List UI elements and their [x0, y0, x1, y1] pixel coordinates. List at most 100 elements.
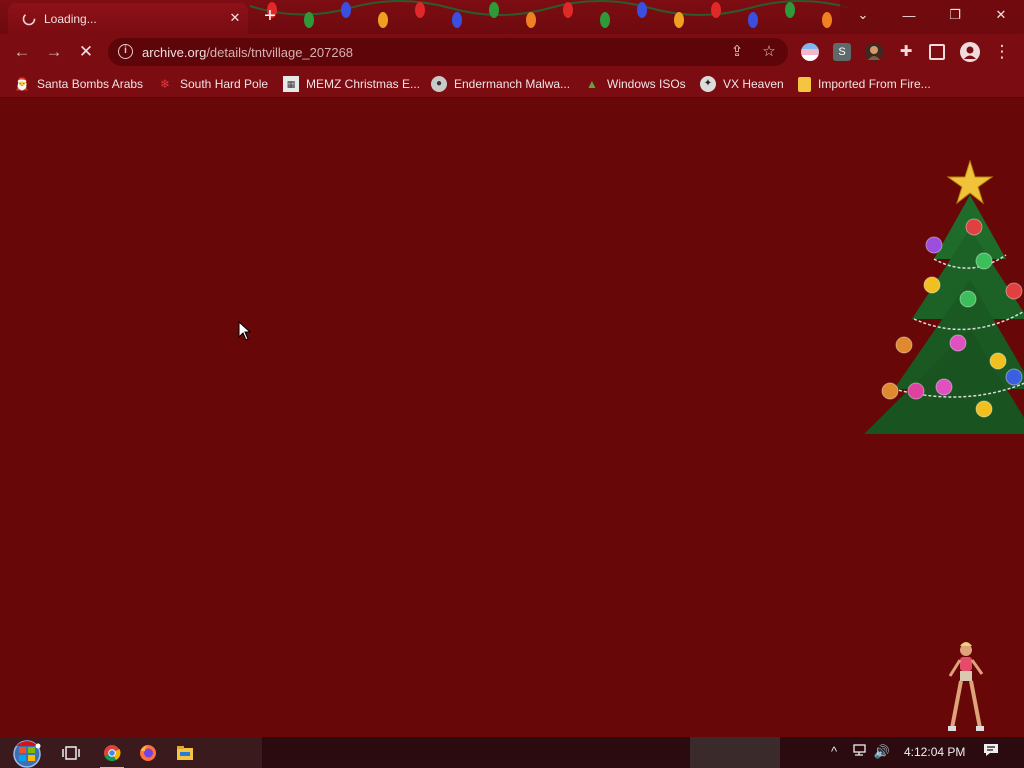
ornament-icon: [895, 336, 913, 354]
url-text: archive.org/details/tntvillage_207268: [142, 45, 353, 60]
snowflake-icon: ❄: [159, 77, 171, 91]
task-view-button[interactable]: [58, 740, 84, 766]
file-explorer-icon: [177, 746, 193, 760]
ornament-icon: [965, 218, 983, 236]
loading-spinner-icon: [22, 12, 36, 26]
avatar-extension-icon[interactable]: [865, 43, 883, 61]
light-bulb-icon: [674, 12, 684, 28]
bookmarks-bar: 🎅 Santa Bombs Arabs ❄ South Hard Pole ▦ …: [0, 70, 1024, 98]
extensions-puzzle-icon[interactable]: ✚: [897, 43, 915, 61]
bookmark-imported-from-firefox[interactable]: Imported From Fire...: [798, 75, 931, 93]
bookmark-memz-christmas[interactable]: ▦ MEMZ Christmas E...: [283, 75, 420, 93]
start-button-icon[interactable]: [10, 738, 44, 768]
light-bulb-icon: [415, 2, 425, 18]
tree-icon: ▲: [586, 77, 598, 91]
profile-icon[interactable]: [960, 42, 980, 62]
browser-toolbar: ← → ✕ i archive.org/details/tntvillage_2…: [0, 34, 1024, 70]
stop-loading-button[interactable]: ✕: [74, 40, 98, 64]
mouse-cursor-icon: [238, 321, 252, 341]
site-info-icon[interactable]: i: [118, 44, 133, 59]
chrome-taskbar-button[interactable]: [99, 740, 125, 768]
forward-button[interactable]: →: [42, 40, 66, 64]
chrome-icon: [104, 745, 121, 762]
light-bulb-icon: [785, 2, 795, 18]
tab-strip: Loading... ✕ + ⌄ — ❐ ✕: [0, 0, 1024, 34]
memz-icon: ▦: [283, 76, 299, 92]
ornament-icon: [925, 236, 943, 254]
bookmark-label: VX Heaven: [723, 77, 784, 91]
kebab-menu-icon: ⋮: [993, 42, 1011, 61]
address-bar[interactable]: i archive.org/details/tntvillage_207268 …: [108, 38, 788, 66]
folder-icon: [798, 76, 811, 92]
s-extension-icon[interactable]: S: [833, 43, 851, 61]
firefox-taskbar-button[interactable]: [135, 740, 161, 766]
bookmark-star-icon[interactable]: ☆: [760, 43, 778, 61]
light-bulb-icon: [563, 2, 573, 18]
bookmark-vx-heaven[interactable]: ✦ VX Heaven: [700, 75, 784, 93]
restore-icon: ❐: [949, 7, 961, 22]
restore-button[interactable]: ❐: [932, 0, 978, 30]
close-icon: ✕: [995, 7, 1007, 22]
bookmark-label: South Hard Pole: [180, 77, 269, 91]
ornament-icon: [923, 276, 941, 294]
light-bulb-icon: [489, 2, 499, 18]
url-host: archive.org: [142, 45, 207, 60]
ornament-icon: [1005, 368, 1023, 386]
file-explorer-taskbar-button[interactable]: [172, 740, 198, 766]
light-bulb-icon: [526, 12, 536, 28]
christmas-tree-decoration: [864, 159, 1024, 434]
bookmark-windows-isos[interactable]: ▲ Windows ISOs: [584, 75, 686, 93]
light-bulb-icon: [822, 12, 832, 28]
light-bulb-icon: [452, 12, 462, 28]
firefox-icon: [140, 745, 156, 761]
ornament-icon: [975, 400, 993, 418]
ornament-icon: [881, 382, 899, 400]
forward-arrow-icon: →: [45, 42, 63, 61]
active-tab[interactable]: Loading... ✕: [8, 3, 248, 34]
bookmark-south-hard-pole[interactable]: ❄ South Hard Pole: [157, 75, 268, 93]
volume-icon[interactable]: 🔊: [873, 743, 891, 761]
url-path: /details/tntvillage_207268: [206, 45, 354, 60]
network-icon[interactable]: [850, 743, 868, 761]
ornament-icon: [949, 334, 967, 352]
ornament-icon: [907, 382, 925, 400]
tab-close-icon[interactable]: ✕: [226, 9, 244, 27]
task-view-icon: [62, 746, 80, 760]
dancing-figure-decoration: [948, 642, 984, 731]
bookmark-label: Windows ISOs: [607, 77, 686, 91]
tray-chevron-icon[interactable]: ^: [826, 743, 842, 761]
share-icon[interactable]: ⇪: [728, 43, 746, 61]
bookmark-label: Santa Bombs Arabs: [37, 77, 144, 91]
chevron-down-icon: ⌄: [857, 7, 869, 22]
browser-menu-button[interactable]: ⋮: [990, 40, 1014, 64]
ornament-icon: [975, 252, 993, 270]
windows-taskbar: ^ 🔊 4:12:04 PM: [0, 737, 1024, 768]
new-tab-button[interactable]: +: [258, 5, 282, 29]
minimize-button[interactable]: —: [886, 0, 932, 30]
bookmark-santa-bombs-arabs[interactable]: 🎅 Santa Bombs Arabs: [14, 75, 144, 93]
ornament-icon: [959, 290, 977, 308]
flag-extension-icon[interactable]: [801, 43, 819, 61]
page-content: [0, 99, 1024, 737]
back-button[interactable]: ←: [10, 40, 34, 64]
bookmark-label: Endermanch Malwa...: [454, 77, 571, 91]
ornament-icon: [1005, 282, 1023, 300]
ornament-icon: [935, 378, 953, 396]
light-bulb-icon: [748, 12, 758, 28]
light-bulb-icon: [600, 12, 610, 28]
side-panel-icon[interactable]: [929, 44, 945, 60]
notification-center-icon[interactable]: [982, 743, 1000, 761]
ornament-icon: [989, 352, 1007, 370]
close-window-button[interactable]: ✕: [978, 0, 1024, 30]
bookmark-endermanch-malware[interactable]: ● Endermanch Malwa...: [431, 75, 570, 93]
taskbar-clock[interactable]: 4:12:04 PM: [904, 745, 965, 759]
light-bulb-icon: [637, 2, 647, 18]
santa-icon: 🎅: [14, 77, 30, 91]
bookmark-label: Imported From Fire...: [818, 77, 931, 91]
stop-icon: ✕: [78, 42, 94, 61]
back-arrow-icon: ←: [13, 42, 31, 61]
tab-search-button[interactable]: ⌄: [840, 0, 886, 30]
light-bulb-icon: [304, 12, 314, 28]
vx-icon: ✦: [700, 76, 716, 92]
raccoon-icon: ●: [431, 76, 447, 92]
